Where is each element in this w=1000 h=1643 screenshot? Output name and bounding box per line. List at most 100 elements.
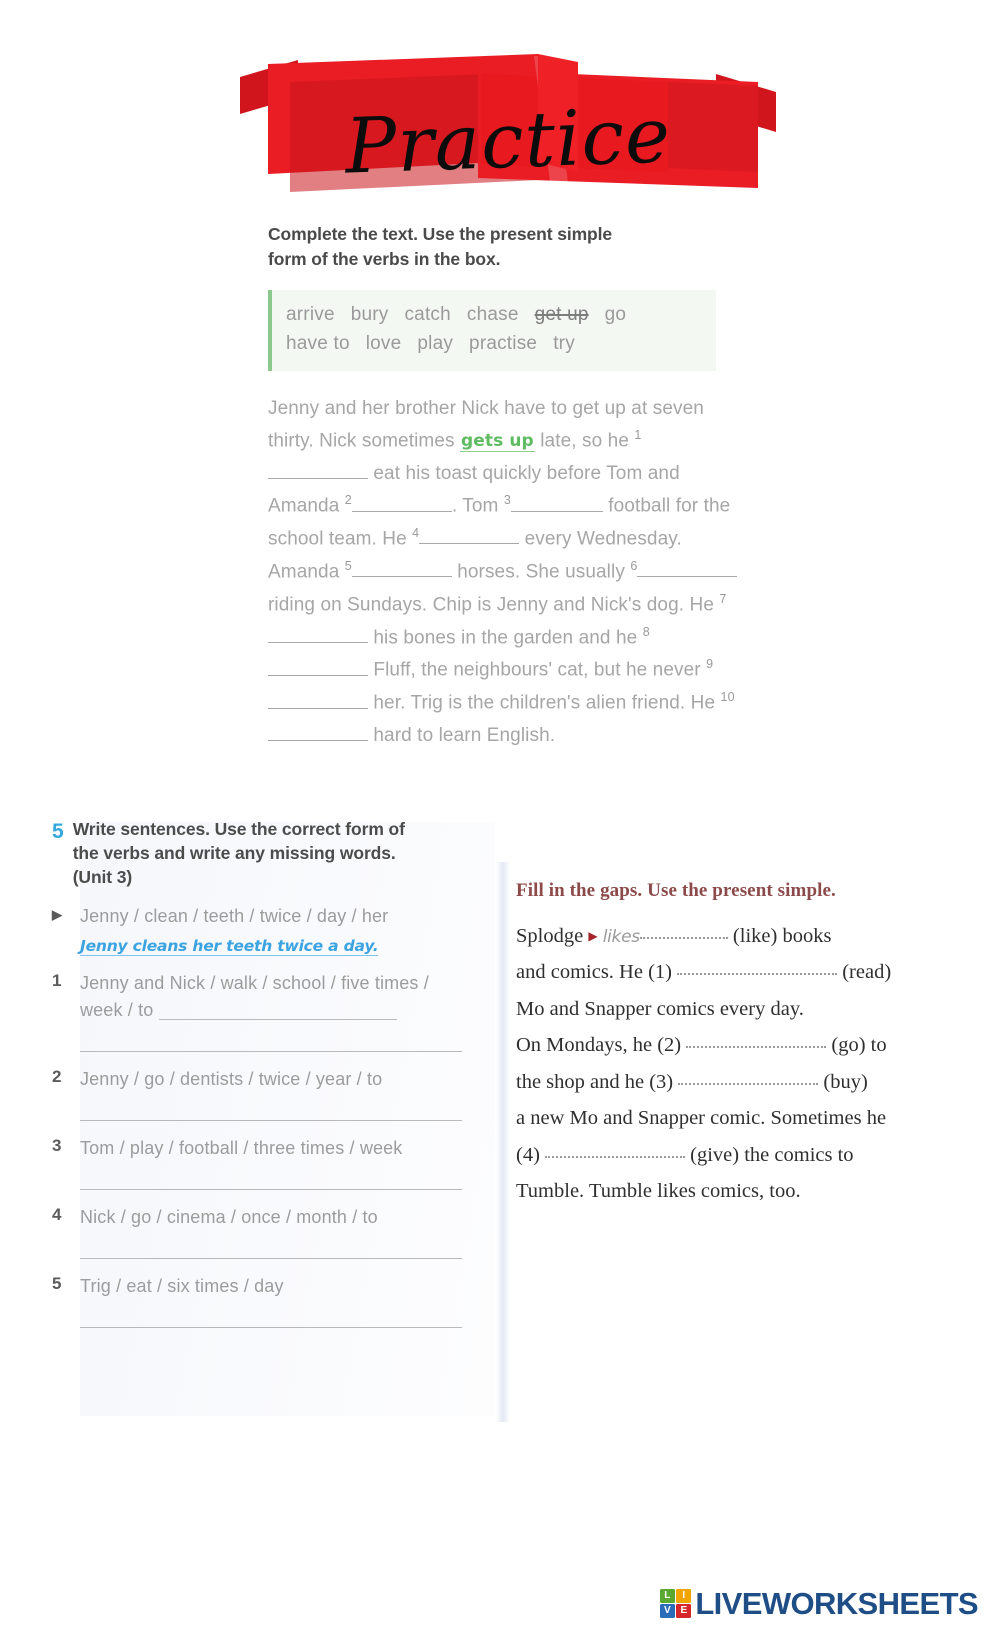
item-prompt-3: Tom / play / football / three times / we… [80, 1138, 403, 1159]
item-number-5: 5 [52, 1274, 62, 1294]
gap-number-6: 6 [630, 558, 638, 573]
red-triangle-marker-icon: ▶ [588, 929, 598, 943]
fill-gaps-exercise: Fill in the gaps. Use the present simple… [516, 880, 946, 1210]
gap-number-4: 4 [412, 526, 420, 541]
fill-gaps-text: Splodge ▶ likes (like) books and comics.… [516, 918, 946, 1210]
gaps-cue-read: (read) [842, 961, 892, 984]
item-body-1: Jenny and Nick / walk / school / five ti… [80, 970, 492, 1053]
gaps-line-7: (4) (give) the comics to [516, 1137, 946, 1173]
gaps-cue-give: (give) the comics to [690, 1143, 854, 1166]
item-prompt-4: Nick / go / cinema / once / month / to [80, 1207, 378, 1228]
instruction-line-1: Complete the text. Use the present simpl… [268, 224, 613, 244]
scan-edge-divider [496, 862, 510, 1422]
word-bury: bury [350, 303, 389, 325]
gaps-subject-splodge: Splodge [516, 925, 584, 947]
banner-title: Practice [343, 90, 673, 191]
item-body-3: Tom / play / football / three times / we… [80, 1135, 492, 1191]
item-body-2: Jenny / go / dentists / twice / year / t… [80, 1066, 492, 1122]
exercise-5-instruction: Write sentences. Use the correct form of… [73, 818, 405, 889]
gap-blank-4[interactable] [419, 528, 520, 545]
passage-line-9a: his bones in the garden and he [373, 626, 643, 648]
logo-tile-i: I [676, 1588, 692, 1603]
gap-blank-1[interactable] [268, 463, 368, 479]
gaps-cue-go: (go) to [831, 1034, 887, 1057]
word-chase: chase [466, 303, 519, 325]
word-get-up-struck: get up [534, 303, 589, 325]
gaps-blank-2[interactable] [686, 1037, 827, 1049]
logo-tiles-icon: L I V E [659, 1588, 692, 1619]
item-prompt-5: Trig / eat / six times / day [80, 1276, 284, 1297]
gap-number-1: 1 [634, 428, 642, 443]
gaps-line-2-text: and comics. He (1) [516, 961, 672, 984]
answer-line-2[interactable] [80, 1119, 462, 1122]
passage-line-12a: friend. He [631, 692, 721, 714]
item-body-5: Trig / eat / six times / day [80, 1273, 492, 1329]
gaps-line-5: the shop and he (3) (buy) [516, 1064, 946, 1100]
answer-line-1a[interactable] [158, 1018, 397, 1021]
gaps-line-4-text: On Mondays, he (2) [516, 1034, 682, 1057]
exercise-5-header: 5 Write sentences. Use the correct form … [52, 818, 492, 889]
answer-line-5[interactable] [80, 1326, 462, 1329]
gaps-line-3: Mo and Snapper comics every day. [516, 997, 804, 1020]
gap-blank-6[interactable] [637, 561, 738, 578]
gap-blank-7[interactable] [268, 627, 368, 643]
logo-wordmark: LIVEWORKSHEETS [695, 1586, 978, 1621]
passage-line-1: Jenny and her brother Nick have to get u… [268, 397, 648, 419]
passage-line-12b: hard to learn English. [368, 725, 556, 747]
gaps-cue-buy: (buy) [823, 1070, 868, 1093]
fill-gaps-title: Fill in the gaps. Use the present simple… [516, 880, 836, 901]
gaps-line-6: a new Mo and Snapper comic. Sometimes he [516, 1107, 887, 1130]
exercise-4-instruction: Complete the text. Use the present simpl… [268, 222, 738, 272]
example-answer: Jenny cleans her teeth twice a day. [80, 937, 379, 957]
gap-blank-10[interactable] [268, 725, 368, 742]
gap-blank-5[interactable] [351, 561, 452, 578]
passage-line-7a: She usually [525, 561, 631, 583]
example-body: Jenny / clean / teeth / twice / day / he… [80, 903, 492, 957]
list-item: 4 Nick / go / cinema / once / month / to [52, 1204, 492, 1260]
answer-line-1b[interactable] [80, 1050, 462, 1053]
list-item-example: ▶ Jenny / clean / teeth / twice / day / … [52, 903, 492, 957]
example-prompt: Jenny / clean / teeth / twice / day / he… [80, 906, 389, 927]
answer-line-4[interactable] [80, 1257, 462, 1260]
gaps-line-8: Tumble. Tumble likes comics, too. [516, 1180, 801, 1203]
exercise-5-items: ▶ Jenny / clean / teeth / twice / day / … [52, 903, 492, 1329]
passage-line-6b: horses. [451, 561, 521, 583]
gaps-blank-1[interactable] [677, 964, 838, 976]
gaps-blank-example[interactable] [639, 928, 728, 939]
gap-blank-9[interactable] [268, 693, 368, 709]
gaps-line-5-text: the shop and he (3) [516, 1070, 674, 1093]
gap-blank-8[interactable] [268, 660, 368, 676]
example-marker: ▶ [52, 903, 80, 924]
item-number-4: 4 [52, 1205, 62, 1225]
exercise-5-unit-label: (Unit 3) [72, 866, 133, 887]
gaps-line-4: On Mondays, he (2) (go) to [516, 1027, 946, 1063]
gap-number-5: 5 [344, 558, 352, 573]
word-practise: practise [469, 333, 538, 355]
exercise-4-passage: Jenny and her brother Nick have to get u… [268, 393, 738, 753]
liveworksheets-logo[interactable]: L I V E LIVEWORKSHEETS [659, 1586, 979, 1621]
list-item: 5 Trig / eat / six times / day [52, 1273, 492, 1329]
passage-line-11b: her. Trig is the children's alien [368, 692, 627, 714]
gaps-line-2: and comics. He (1) (read) [516, 954, 946, 990]
word-love: love [365, 333, 402, 355]
word-box-row-2: have to love play practise try [286, 329, 708, 358]
item-prompt-1-line-2-text: week / to [80, 1000, 154, 1021]
word-arrive: arrive [286, 303, 335, 325]
item-number-1: 1 [52, 971, 62, 991]
answer-line-3[interactable] [80, 1188, 462, 1191]
logo-tile-e: E [676, 1604, 692, 1619]
passage-line-2b: late, [534, 430, 577, 452]
gaps-blank-4[interactable] [545, 1147, 686, 1158]
item-prompt-1-line-1: Jenny and Nick / walk / school / five ti… [80, 973, 429, 994]
word-go: go [604, 303, 627, 325]
exercise-5-number: 5 [52, 820, 64, 843]
word-try: try [553, 333, 575, 355]
gap-blank-3[interactable] [510, 496, 603, 512]
item-number-2: 2 [52, 1067, 62, 1087]
item-number-3: 3 [52, 1136, 62, 1156]
logo-tile-l: L [659, 1588, 675, 1603]
gap-blank-2[interactable] [351, 496, 452, 512]
passage-example-answer: gets up [459, 431, 535, 453]
gaps-blank-3[interactable] [678, 1074, 819, 1085]
list-item: 2 Jenny / go / dentists / twice / year /… [52, 1066, 492, 1122]
